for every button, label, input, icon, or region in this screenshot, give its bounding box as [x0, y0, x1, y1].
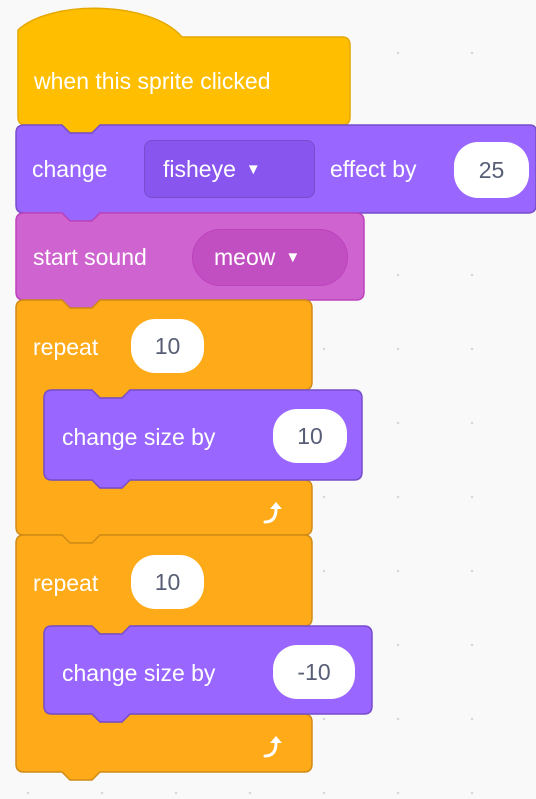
effect-label: change	[32, 156, 108, 182]
sound-dropdown[interactable]: meow ▼	[192, 229, 348, 286]
chevron-down-icon: ▼	[285, 249, 301, 266]
repeat-times-input-2[interactable]: 10	[131, 555, 204, 609]
repeat-label-2: repeat	[33, 570, 99, 596]
change-size-label-2: change size by	[62, 660, 216, 686]
loop-arrow-icon	[263, 736, 282, 758]
effect-by-label: effect by	[330, 156, 417, 182]
hat-label: when this sprite clicked	[34, 68, 271, 94]
loop-arrow-icon	[263, 502, 282, 524]
repeat-times-input-1[interactable]: 10	[131, 319, 204, 373]
repeat-label-1: repeat	[33, 334, 99, 360]
effect-dropdown[interactable]: fisheye ▼	[144, 140, 315, 198]
effect-value-input[interactable]: 25	[454, 142, 529, 198]
change-size-input-2[interactable]: -10	[273, 645, 355, 699]
chevron-down-icon: ▼	[245, 160, 261, 178]
effect-dropdown-value: fisheye	[163, 155, 236, 182]
sound-label: start sound	[33, 244, 147, 270]
sound-dropdown-value: meow	[214, 244, 276, 270]
change-size-label-1: change size by	[62, 424, 216, 450]
change-size-input-1[interactable]: 10	[273, 409, 347, 463]
